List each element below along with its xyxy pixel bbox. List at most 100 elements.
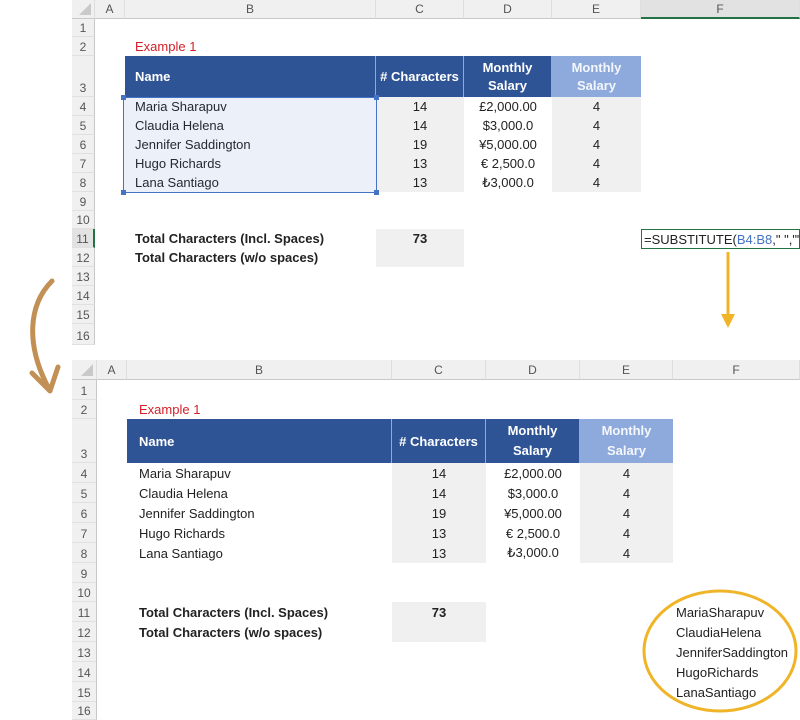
column-header-f[interactable]: F xyxy=(673,360,800,380)
row-header-7[interactable]: 7 xyxy=(72,154,95,173)
column-header-c[interactable]: C xyxy=(376,0,464,19)
selected-range-b4-b8[interactable] xyxy=(121,95,379,195)
header-monthly-salary[interactable]: Monthly Salary xyxy=(486,419,580,463)
salary-len-cell[interactable]: 4 xyxy=(552,154,641,173)
selection-handle[interactable] xyxy=(121,95,126,100)
salary-cell[interactable]: $3,000.0 xyxy=(464,116,552,135)
salary-cell[interactable]: ¥5,000.00 xyxy=(486,503,580,523)
select-all-corner[interactable] xyxy=(72,360,97,380)
salary-len-cell[interactable]: 4 xyxy=(580,483,673,503)
row-header-8[interactable]: 8 xyxy=(72,543,97,563)
row-header-11[interactable]: 11 xyxy=(72,602,97,622)
total-wo-spaces-value[interactable] xyxy=(392,622,486,642)
name-cell[interactable]: Hugo Richards xyxy=(139,523,225,543)
selection-handle[interactable] xyxy=(374,190,379,195)
row-header-6[interactable]: 6 xyxy=(72,135,95,154)
row-header-3[interactable]: 3 xyxy=(72,419,97,463)
salary-cell[interactable]: € 2,500.0 xyxy=(464,154,552,173)
column-header-d[interactable]: D xyxy=(464,0,552,19)
name-cell[interactable]: Maria Sharapuv xyxy=(139,463,231,483)
salary-len-cell[interactable]: 4 xyxy=(580,463,673,483)
row-header-1[interactable]: 1 xyxy=(72,19,95,37)
row-header-12[interactable]: 12 xyxy=(72,622,97,642)
characters-cell[interactable]: 13 xyxy=(376,173,464,192)
salary-len-cell[interactable]: 4 xyxy=(580,523,673,543)
characters-cell[interactable]: 13 xyxy=(392,543,486,563)
row-header-5[interactable]: 5 xyxy=(72,116,95,135)
row-header-13[interactable]: 13 xyxy=(72,267,95,286)
header-name[interactable]: Name xyxy=(127,419,392,463)
row-header-3[interactable]: 3 xyxy=(72,56,95,97)
row-header-2[interactable]: 2 xyxy=(72,400,97,419)
column-header-d[interactable]: D xyxy=(486,360,580,380)
salary-len-cell[interactable]: 4 xyxy=(552,97,641,116)
salary-len-cell[interactable]: 4 xyxy=(552,135,641,154)
characters-cell[interactable]: 14 xyxy=(392,463,486,483)
name-cell[interactable]: Jennifer Saddington xyxy=(139,503,255,523)
row-header-8[interactable]: 8 xyxy=(72,173,95,192)
header-salary2-line2: Salary xyxy=(576,77,617,93)
salary-len-cell[interactable]: 4 xyxy=(552,116,641,135)
characters-cell[interactable]: 19 xyxy=(376,135,464,154)
row-header-10[interactable]: 10 xyxy=(72,211,95,229)
header-name[interactable]: Name xyxy=(125,56,376,97)
row-header-14[interactable]: 14 xyxy=(72,286,95,305)
row-header-9[interactable]: 9 xyxy=(72,192,95,211)
total-wo-spaces-value[interactable] xyxy=(376,248,464,267)
characters-cell[interactable]: 14 xyxy=(376,116,464,135)
column-header-f[interactable]: F xyxy=(641,0,800,19)
row-header-11[interactable]: 11 xyxy=(72,229,95,248)
column-header-b[interactable]: B xyxy=(125,0,376,19)
column-header-a[interactable]: A xyxy=(97,360,127,380)
row-header-13[interactable]: 13 xyxy=(72,642,97,662)
row-header-15[interactable]: 15 xyxy=(72,682,97,702)
total-incl-spaces-value[interactable]: 73 xyxy=(392,602,486,622)
row-header-6[interactable]: 6 xyxy=(72,503,97,523)
salary-len-cell[interactable]: 4 xyxy=(580,543,673,563)
name-cell[interactable]: Lana Santiago xyxy=(139,543,223,563)
salary-cell[interactable]: € 2,500.0 xyxy=(486,523,580,543)
row-header-14[interactable]: 14 xyxy=(72,662,97,682)
row-header-9[interactable]: 9 xyxy=(72,563,97,583)
salary-cell[interactable]: $3,000.0 xyxy=(486,483,580,503)
header-monthly-salary-2[interactable]: Monthly Salary xyxy=(552,56,641,97)
salary-cell[interactable]: ¥5,000.00 xyxy=(464,135,552,154)
column-header-e[interactable]: E xyxy=(552,0,641,19)
selection-handle[interactable] xyxy=(374,95,379,100)
column-header-e[interactable]: E xyxy=(580,360,673,380)
characters-cell[interactable]: 14 xyxy=(392,483,486,503)
salary-cell[interactable]: £2,000.00 xyxy=(486,463,580,483)
header-characters[interactable]: # Characters xyxy=(376,56,464,97)
salary-cell[interactable]: ₺3,000.0 xyxy=(464,173,552,192)
row-header-7[interactable]: 7 xyxy=(72,523,97,543)
row-header-5[interactable]: 5 xyxy=(72,483,97,503)
salary-cell[interactable]: ₺3,000.0 xyxy=(486,543,580,563)
row-header-15[interactable]: 15 xyxy=(72,305,95,324)
row-header-4[interactable]: 4 xyxy=(72,97,95,116)
selection-handle[interactable] xyxy=(121,190,126,195)
row-header-1[interactable]: 1 xyxy=(72,380,97,400)
total-incl-spaces-value[interactable]: 73 xyxy=(376,229,464,248)
header-monthly-salary-2[interactable]: Monthly Salary xyxy=(580,419,673,463)
formula-cell-f11[interactable]: =SUBSTITUTE(B4:B8," ","") xyxy=(641,229,800,249)
row-header-16[interactable]: 16 xyxy=(72,702,97,720)
row-header-4[interactable]: 4 xyxy=(72,463,97,483)
characters-cell[interactable]: 13 xyxy=(392,523,486,543)
header-characters[interactable]: # Characters xyxy=(392,419,486,463)
header-monthly-salary[interactable]: Monthly Salary xyxy=(464,56,552,97)
row-header-10[interactable]: 10 xyxy=(72,583,97,602)
column-header-a[interactable]: A xyxy=(95,0,125,19)
select-all-corner[interactable] xyxy=(72,0,95,19)
name-cell[interactable]: Claudia Helena xyxy=(139,483,228,503)
characters-cell[interactable]: 19 xyxy=(392,503,486,523)
row-header-16[interactable]: 16 xyxy=(72,324,95,345)
column-header-b[interactable]: B xyxy=(127,360,392,380)
salary-cell[interactable]: £2,000.00 xyxy=(464,97,552,116)
row-header-12[interactable]: 12 xyxy=(72,248,95,267)
row-header-2[interactable]: 2 xyxy=(72,37,95,56)
salary-len-cell[interactable]: 4 xyxy=(552,173,641,192)
salary-len-cell[interactable]: 4 xyxy=(580,503,673,523)
characters-cell[interactable]: 13 xyxy=(376,154,464,173)
column-header-c[interactable]: C xyxy=(392,360,486,380)
characters-cell[interactable]: 14 xyxy=(376,97,464,116)
